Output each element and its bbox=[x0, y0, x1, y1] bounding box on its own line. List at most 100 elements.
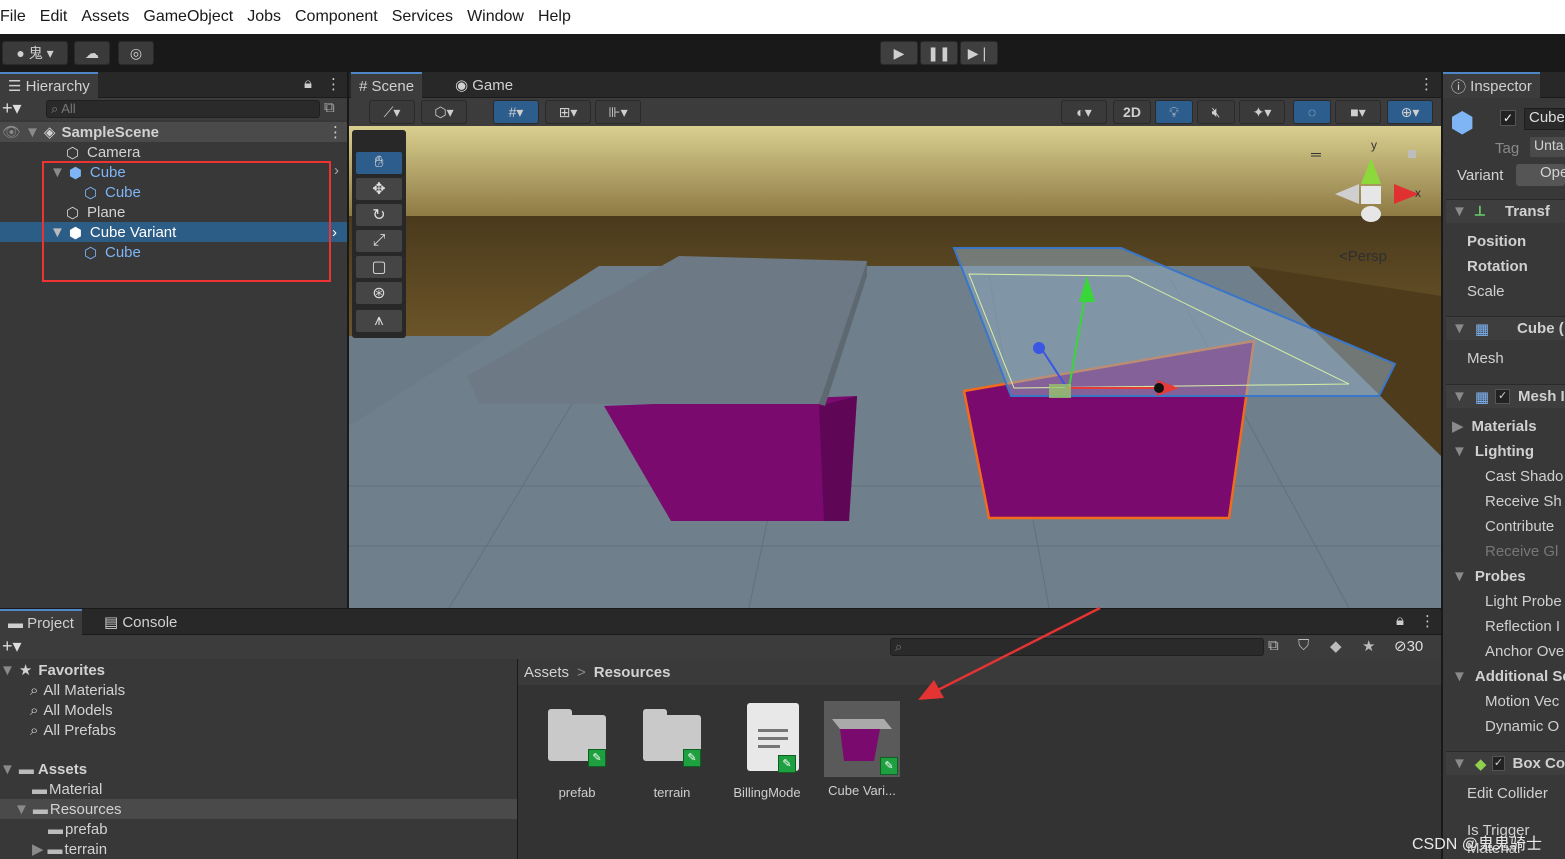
rect-tool-icon[interactable]: ▢ bbox=[356, 256, 402, 278]
lighting-icon[interactable]: 💡︎ bbox=[1155, 100, 1193, 124]
add-icon[interactable]: +▾ bbox=[2, 636, 22, 657]
edit-collider-button[interactable]: Edit Collider bbox=[1446, 781, 1548, 805]
scale-label[interactable]: Scale bbox=[1446, 279, 1505, 303]
lighting-foldout[interactable]: ▼ Lighting bbox=[1446, 439, 1534, 463]
motion-vectors-field[interactable]: Motion Vec bbox=[1446, 689, 1559, 713]
play-button[interactable]: ▶ bbox=[880, 41, 918, 65]
cloud-icon[interactable]: ☁ bbox=[74, 41, 110, 65]
hand-tool-icon[interactable]: ✋︎ bbox=[356, 152, 402, 174]
search-options-icon[interactable]: ⧉ bbox=[324, 99, 335, 116]
more-icon[interactable]: ⋮ bbox=[326, 75, 341, 93]
menu-file[interactable]: File bbox=[0, 8, 26, 26]
favorite-all-models[interactable]: ⌕ All Models bbox=[30, 700, 113, 720]
rotate-tool-icon[interactable]: ↻ bbox=[356, 204, 402, 226]
expand-arrow-icon[interactable]: ▼ bbox=[25, 124, 40, 141]
anchor-override-field[interactable]: Anchor Ove bbox=[1446, 639, 1564, 663]
breadcrumb-assets[interactable]: Assets bbox=[524, 664, 569, 681]
scene-viewport[interactable]: y x ═ <Persp bbox=[349, 126, 1441, 608]
scene-row[interactable]: 👁︎ ▼ ◈ SampleScene ⋮ bbox=[0, 122, 347, 142]
pause-button[interactable]: ❚❚ bbox=[920, 41, 958, 65]
asset-billingmode-file[interactable]: ✎ BillingMode bbox=[725, 703, 809, 800]
active-checkbox[interactable]: ✓ bbox=[1500, 110, 1516, 126]
menu-jobs[interactable]: Jobs bbox=[247, 8, 281, 26]
receive-shadows-field[interactable]: Receive Sh bbox=[1446, 489, 1562, 513]
asset-terrain-folder[interactable]: ✎ terrain bbox=[630, 709, 714, 800]
tab-hierarchy[interactable]: ☰ Hierarchy bbox=[0, 72, 98, 98]
shading-button[interactable]: ◐▾ bbox=[1061, 100, 1107, 124]
chevron-right-icon[interactable]: › bbox=[332, 224, 337, 241]
tab-scene[interactable]: # Scene bbox=[351, 72, 423, 98]
assets-folder[interactable]: ▼ ▬ Assets bbox=[0, 759, 87, 779]
label-icon[interactable]: ◆ bbox=[1330, 637, 1342, 655]
hamburger-icon[interactable]: ═ bbox=[1311, 146, 1321, 162]
object-name-input[interactable]: Cube bbox=[1524, 108, 1565, 130]
folder-material[interactable]: ▬ Material bbox=[32, 779, 102, 799]
hierarchy-search-input[interactable]: ⌕ All bbox=[46, 100, 320, 118]
menu-assets[interactable]: Assets bbox=[81, 8, 129, 26]
menu-edit[interactable]: Edit bbox=[40, 8, 68, 26]
draw-mode-button[interactable]: ⟋▾ bbox=[369, 100, 415, 124]
menu-window[interactable]: Window bbox=[467, 8, 524, 26]
mesh-filter-header[interactable]: ▼ ▦ Cube ( bbox=[1446, 316, 1565, 340]
filter-type-icon[interactable]: ⛉ bbox=[1298, 637, 1309, 654]
tab-game[interactable]: ◉ Game bbox=[447, 72, 521, 98]
hidden-objects-icon[interactable]: ◌ bbox=[1293, 100, 1331, 124]
tab-inspector[interactable]: ⓘ Inspector bbox=[1443, 72, 1540, 98]
cast-shadows-field[interactable]: Cast Shado bbox=[1446, 464, 1563, 488]
tag-dropdown[interactable]: Unta bbox=[1530, 137, 1565, 157]
folder-resources[interactable]: ▼ ▬ Resources bbox=[0, 799, 517, 819]
more-icon[interactable]: ⋮ bbox=[1419, 75, 1434, 93]
transform-header[interactable]: ▼ ⟂ Transf bbox=[1446, 199, 1565, 223]
collider-enabled-checkbox[interactable]: ✓ bbox=[1492, 756, 1505, 771]
audio-mute-icon[interactable]: 🔇︎ bbox=[1197, 100, 1235, 124]
gizmos-button[interactable]: ⊕▾ bbox=[1387, 100, 1433, 124]
custom-tool-icon[interactable]: ⩚ bbox=[356, 310, 402, 332]
menu-gameobject[interactable]: GameObject bbox=[143, 8, 233, 26]
tab-console[interactable]: ▤ Console bbox=[96, 609, 185, 635]
open-prefab-button[interactable]: Ope bbox=[1516, 164, 1565, 186]
more-icon[interactable]: ⋮ bbox=[1420, 612, 1435, 630]
move-tool-icon[interactable]: ✥ bbox=[356, 178, 402, 200]
collab-icon[interactable]: ◎ bbox=[118, 41, 154, 65]
hidden-packages-toggle[interactable]: ⊘30 bbox=[1394, 637, 1423, 655]
search-type-icon[interactable]: ⧉ bbox=[1268, 637, 1279, 654]
tab-project[interactable]: ▬ Project bbox=[0, 609, 82, 635]
favorite-star-icon[interactable]: ★ bbox=[1362, 637, 1375, 655]
reflection-probes-field[interactable]: Reflection I bbox=[1446, 614, 1560, 638]
render-mode-button[interactable]: ⬡▾ bbox=[421, 100, 467, 124]
scene-menu-icon[interactable]: ⋮ bbox=[328, 123, 343, 141]
transform-tool-icon[interactable]: ⊛ bbox=[356, 282, 402, 304]
folder-terrain[interactable]: ▶ ▬ terrain bbox=[32, 839, 107, 859]
perspective-label[interactable]: <Persp bbox=[1339, 248, 1387, 265]
materials-foldout[interactable]: ▶ Materials bbox=[1446, 414, 1537, 438]
lock-icon[interactable]: 🔒︎ bbox=[304, 75, 312, 92]
toggle-2d-button[interactable]: 2D bbox=[1113, 100, 1151, 124]
ruler-button[interactable]: ⊪▾ bbox=[595, 100, 641, 124]
favorite-all-prefabs[interactable]: ⌕ All Prefabs bbox=[30, 720, 116, 740]
scale-tool-icon[interactable]: ⤢ bbox=[356, 230, 402, 252]
favorites-foldout[interactable]: ▼ ★ Favorites bbox=[0, 660, 105, 680]
camera-button[interactable]: ■▾ bbox=[1335, 100, 1381, 124]
renderer-enabled-checkbox[interactable]: ✓ bbox=[1495, 389, 1511, 404]
menu-component[interactable]: Component bbox=[295, 8, 378, 26]
mesh-field[interactable]: Mesh bbox=[1446, 346, 1504, 370]
light-probes-field[interactable]: Light Probe bbox=[1446, 589, 1562, 613]
rotation-label[interactable]: Rotation bbox=[1446, 254, 1528, 278]
account-button[interactable]: ● 鬼 ▾ bbox=[2, 41, 68, 65]
effects-button[interactable]: ✦▾ bbox=[1239, 100, 1285, 124]
visibility-icon[interactable]: 👁︎ bbox=[2, 123, 21, 141]
asset-prefab-folder[interactable]: ✎ prefab bbox=[535, 709, 619, 800]
probes-foldout[interactable]: ▼ Probes bbox=[1446, 564, 1526, 588]
menu-services[interactable]: Services bbox=[392, 8, 453, 26]
box-collider-header[interactable]: ▼ ◆ ✓ Box Co bbox=[1446, 751, 1565, 775]
grid-snap-button[interactable]: #▾ bbox=[493, 100, 539, 124]
add-icon[interactable]: +▾ bbox=[2, 98, 22, 119]
menu-help[interactable]: Help bbox=[538, 8, 571, 26]
snap-increment-button[interactable]: ⊞▾ bbox=[545, 100, 591, 124]
contribute-gi-field[interactable]: Contribute bbox=[1446, 514, 1554, 538]
breadcrumb-resources[interactable]: Resources bbox=[594, 664, 671, 681]
dynamic-occlusion-field[interactable]: Dynamic O bbox=[1446, 714, 1559, 738]
favorite-all-materials[interactable]: ⌕ All Materials bbox=[30, 680, 125, 700]
hierarchy-item-camera[interactable]: ⬡ Camera bbox=[66, 142, 140, 163]
additional-settings-foldout[interactable]: ▼ Additional Se bbox=[1446, 664, 1565, 688]
